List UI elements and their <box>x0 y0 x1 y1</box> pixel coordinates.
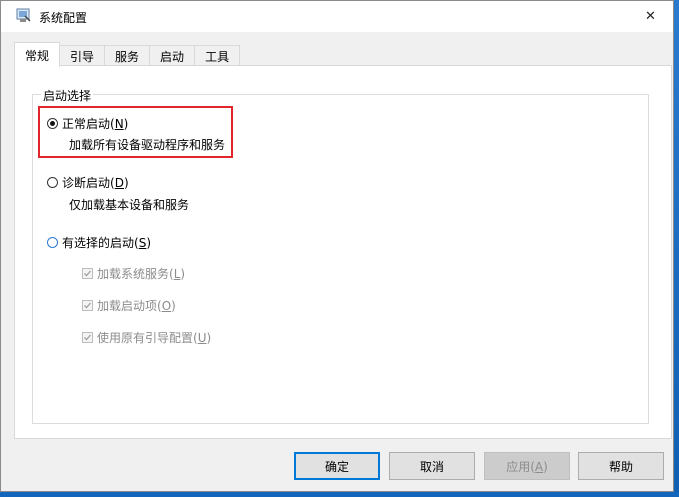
tab-services[interactable]: 服务 <box>104 45 151 66</box>
msconfig-app-icon <box>16 8 31 23</box>
checkmark-icon <box>84 334 91 341</box>
use-original-boot-config-checkbox-row[interactable]: 使用原有引导配置(U) <box>82 329 211 346</box>
load-startup-items-checkbox[interactable] <box>82 300 93 311</box>
use-original-boot-config-checkbox[interactable] <box>82 332 93 343</box>
load-startup-items-checkbox-row[interactable]: 加载启动项(O) <box>82 297 176 314</box>
ok-button-label: 确定 <box>324 459 349 474</box>
help-button-label: 帮助 <box>608 459 633 474</box>
load-startup-items-label: 加载启动项(O) <box>97 299 176 313</box>
desktop-background-bottom <box>0 492 679 497</box>
window-title: 系统配置 <box>39 11 88 25</box>
selective-startup-label: 有选择的启动(S) <box>62 236 151 250</box>
load-system-services-label: 加载系统服务(L) <box>97 267 186 281</box>
diagnostic-startup-radio[interactable] <box>47 177 58 188</box>
selective-startup-radio[interactable] <box>47 237 58 248</box>
checkmark-icon <box>84 302 91 309</box>
tab-services-label: 服务 <box>115 49 140 64</box>
cancel-button[interactable]: 取消 <box>389 452 475 480</box>
tab-tools[interactable]: 工具 <box>194 45 241 66</box>
diagnostic-startup-label: 诊断启动(D) <box>62 176 129 190</box>
help-button[interactable]: 帮助 <box>578 452 664 480</box>
selective-startup-radio-row[interactable]: 有选择的启动(S) <box>47 234 151 251</box>
diagnostic-startup-desc: 仅加载基本设备和服务 <box>69 198 190 212</box>
checkmark-icon <box>84 270 91 277</box>
tab-strip: 常规 引导 服务 启动 工具 <box>14 42 241 67</box>
load-system-services-checkbox-row[interactable]: 加载系统服务(L) <box>82 265 185 282</box>
tab-boot[interactable]: 引导 <box>59 45 106 66</box>
startup-selection-title: 启动选择 <box>41 87 94 104</box>
tab-boot-label: 引导 <box>70 49 95 64</box>
diagnostic-startup-radio-row[interactable]: 诊断启动(D) <box>47 174 129 191</box>
tab-startup[interactable]: 启动 <box>149 45 196 66</box>
tab-startup-label: 启动 <box>160 49 185 64</box>
close-button[interactable]: ✕ <box>628 1 673 32</box>
title-bar[interactable]: 系统配置 ✕ <box>1 1 673 32</box>
use-original-boot-config-label: 使用原有引导配置(U) <box>97 331 212 345</box>
system-config-window: 系统配置 ✕ 常规 引导 服务 启动 工具 启动选择 正常启动(N) 加载所有设… <box>0 0 674 492</box>
apply-button-label: 应用(A) <box>506 459 548 474</box>
normal-startup-highlight-box <box>38 106 233 158</box>
desktop-background <box>674 0 679 497</box>
tab-tools-label: 工具 <box>205 49 230 64</box>
cancel-button-label: 取消 <box>419 459 444 474</box>
ok-button[interactable]: 确定 <box>294 452 380 480</box>
tab-general-label: 常规 <box>25 48 50 63</box>
load-system-services-checkbox[interactable] <box>82 268 93 279</box>
tab-general[interactable]: 常规 <box>14 42 61 67</box>
apply-button[interactable]: 应用(A) <box>484 452 570 480</box>
close-icon: ✕ <box>645 9 656 24</box>
